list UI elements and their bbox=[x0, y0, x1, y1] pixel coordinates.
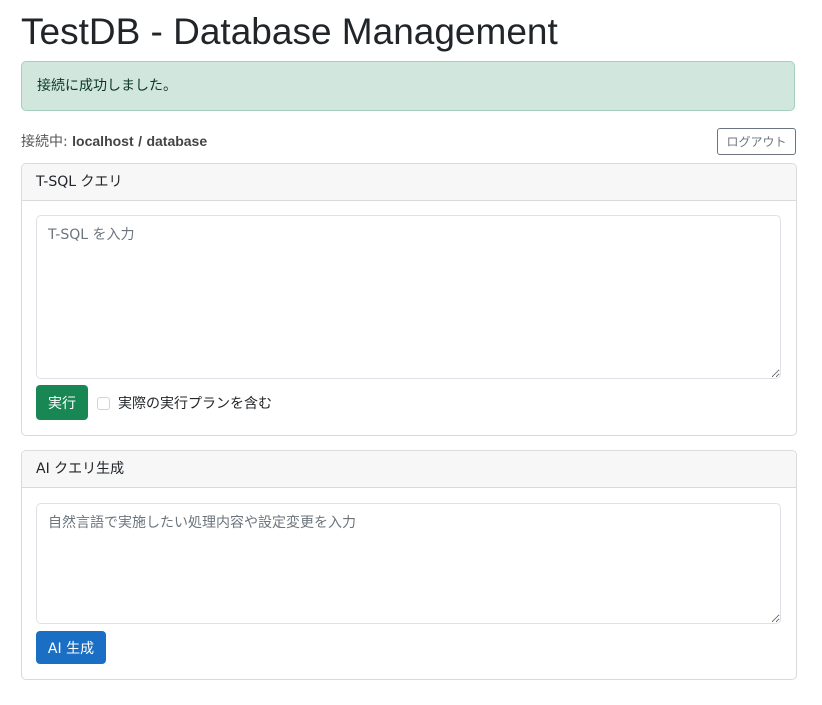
tsql-card-title: T-SQL クエリ bbox=[22, 164, 796, 201]
execute-button[interactable]: 実行 bbox=[36, 385, 88, 420]
ai-card-title: AI クエリ生成 bbox=[22, 451, 796, 488]
include-plan-option[interactable]: 実際の実行プランを含む bbox=[97, 393, 272, 413]
include-plan-checkbox[interactable] bbox=[97, 396, 110, 410]
connection-separator: / bbox=[138, 133, 142, 149]
ai-query-card: AI クエリ生成 AI 生成 bbox=[21, 450, 797, 680]
ai-generate-button[interactable]: AI 生成 bbox=[36, 631, 106, 664]
page-title: TestDB - Database Management bbox=[21, 11, 558, 52]
logout-button[interactable]: ログアウト bbox=[717, 128, 796, 155]
success-alert: 接続に成功しました。 bbox=[21, 61, 795, 111]
connection-prefix: 接続中: bbox=[21, 134, 68, 150]
tsql-query-card: T-SQL クエリ 実行 実際の実行プランを含む bbox=[21, 163, 797, 436]
ai-prompt-input[interactable] bbox=[36, 503, 781, 624]
tsql-query-input[interactable] bbox=[36, 215, 781, 379]
connection-database: database bbox=[146, 133, 208, 149]
connection-info: 接続中: localhost / database bbox=[21, 131, 207, 152]
connection-host: localhost bbox=[72, 133, 134, 149]
include-plan-label[interactable]: 実際の実行プランを含む bbox=[118, 393, 272, 413]
